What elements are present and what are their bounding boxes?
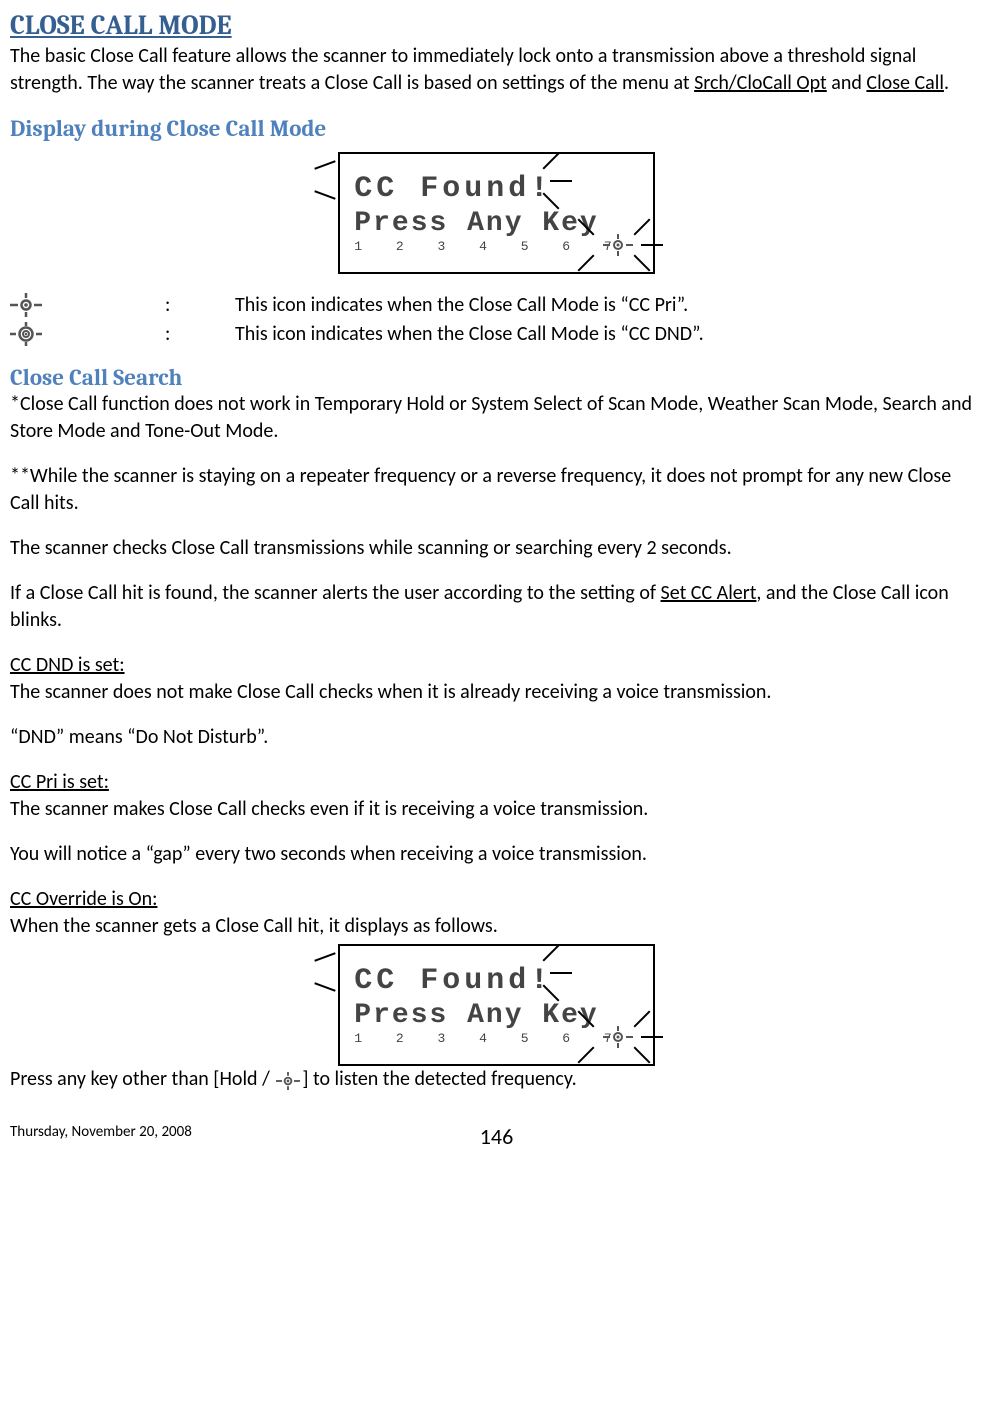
lcd1-line1: CC Found!	[354, 172, 552, 206]
ccs-p4-text-a: If a Close Call hit is found, the scanne…	[10, 581, 661, 605]
page-footer: Thursday, November 20, 2008 146	[10, 1123, 983, 1150]
lcd-display-2: CC Found! Press Any Key 1 2 3 4 5 6 7	[10, 944, 983, 1066]
link-close-call[interactable]: Close Call	[866, 71, 944, 95]
legend-colon-1: :	[165, 292, 235, 317]
cc-dnd-p1: The scanner does not make Close Call che…	[10, 680, 771, 704]
link-srch-clocall-opt[interactable]: Srch/CloCall Opt	[694, 71, 827, 95]
lcd1-line3: 1 2 3 4 5 6 7	[354, 239, 624, 254]
intro-paragraph: The basic Close Call feature allows the …	[10, 43, 983, 97]
cc-override-p1: When the scanner gets a Close Call hit, …	[10, 914, 498, 938]
press-any-key-text: Press any key other than [Hold / ] to li…	[10, 1066, 983, 1093]
lcd2-line2: Press Any Key	[354, 1000, 598, 1031]
heading-close-call-search: Close Call Search	[10, 364, 983, 391]
legend-desc-2: This icon indicates when the Close Call …	[235, 321, 704, 346]
press-any-a: Press any key other than [Hold /	[10, 1067, 274, 1091]
icon-legend-row-1: : This icon indicates when the Close Cal…	[10, 292, 688, 317]
intro-end: .	[944, 71, 949, 95]
cc-pri-p2: You will notice a “gap” every two second…	[10, 841, 983, 868]
legend-colon-2: :	[165, 321, 235, 346]
ccs-paragraph-1: *Close Call function does not work in Te…	[10, 391, 983, 445]
close-call-pri-icon	[603, 1026, 633, 1048]
intro-and: and	[827, 71, 867, 95]
page-title: CLOSE CALL MODE	[10, 10, 983, 41]
close-call-pri-icon	[10, 293, 42, 317]
close-call-pri-icon	[276, 1072, 300, 1090]
footer-date: Thursday, November 20, 2008	[10, 1123, 192, 1141]
cc-override-heading: CC Override is On:	[10, 887, 157, 911]
lcd2-line1: CC Found!	[354, 964, 552, 998]
lcd1-line2: Press Any Key	[354, 208, 598, 239]
ccs-paragraph-3: The scanner checks Close Call transmissi…	[10, 535, 983, 562]
link-set-cc-alert[interactable]: Set CC Alert	[661, 581, 757, 605]
legend-desc-1: This icon indicates when the Close Call …	[235, 292, 688, 317]
close-call-pri-icon	[603, 234, 633, 256]
lcd-display-1: CC Found! Press Any Key 1 2 3 4 5 6 7	[10, 152, 983, 274]
cc-dnd-p2: “DND” means “Do Not Disturb”.	[10, 724, 983, 751]
press-any-b: ] to listen the detected frequency.	[302, 1067, 576, 1091]
cc-pri-p1: The scanner makes Close Call checks even…	[10, 797, 648, 821]
cc-pri-heading: CC Pri is set:	[10, 770, 109, 794]
icon-legend-row-2: : This icon indicates when the Close Cal…	[10, 321, 704, 346]
ccs-paragraph-2: **While the scanner is staying on a repe…	[10, 463, 983, 517]
heading-display-mode: Display during Close Call Mode	[10, 115, 983, 142]
ccs-paragraph-4: If a Close Call hit is found, the scanne…	[10, 580, 983, 634]
cc-dnd-heading: CC DND is set:	[10, 653, 125, 677]
lcd2-line3: 1 2 3 4 5 6 7	[354, 1031, 624, 1046]
close-call-dnd-icon	[10, 322, 42, 346]
